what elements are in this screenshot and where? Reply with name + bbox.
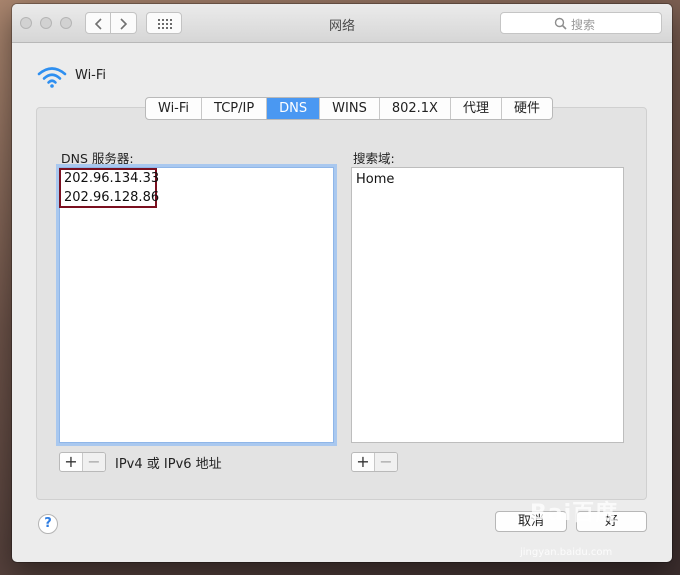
help-icon: ? [44,516,52,531]
tab-wins[interactable]: WINS [320,98,380,119]
dns-servers-list[interactable]: 202.96.134.33 202.96.128.86 [59,167,334,443]
search-domain-add-remove-control: + − [351,452,398,472]
remove-dns-server-button[interactable]: − [82,453,105,471]
tab-bar: Wi-Fi TCP/IP DNS WINS 802.1X 代理 硬件 [145,97,553,120]
settings-panel: DNS 服务器: 202.96.134.33 202.96.128.86 搜索域… [36,107,647,500]
search-domain-row[interactable]: Home [356,172,394,187]
tab-dns[interactable]: DNS [267,98,321,119]
dns-server-row[interactable]: 202.96.128.86 [64,190,159,205]
watermark-logo: Bai百度 [530,501,619,526]
tab-wifi[interactable]: Wi-Fi [146,98,203,119]
search-placeholder: 搜索 [571,18,596,32]
help-button[interactable]: ? [38,514,58,534]
remove-search-domain-button[interactable]: − [374,453,397,471]
tab-hardware[interactable]: 硬件 [502,98,552,119]
search-field[interactable]: 搜索 [500,12,662,34]
search-domains-label: 搜索域: [353,151,395,166]
add-dns-server-button[interactable]: + [60,453,82,471]
dns-add-remove-control: + − [59,452,106,472]
network-preferences-window: 网络 搜索 Wi-Fi DNS 服务器: 202.96.134.33 202.9… [12,4,672,562]
tab-8021x[interactable]: 802.1X [380,98,451,119]
connection-name: Wi-Fi [75,68,107,83]
tab-proxies[interactable]: 代理 [451,98,502,119]
titlebar: 网络 搜索 [12,4,672,43]
dns-servers-label: DNS 服务器: [61,151,134,166]
watermark-url: jingyan.baidu.com [520,547,613,558]
search-domains-list[interactable]: Home [351,167,624,443]
wifi-icon [37,67,67,88]
add-search-domain-button[interactable]: + [352,453,374,471]
search-icon [554,17,567,30]
tab-tcpip[interactable]: TCP/IP [202,98,268,119]
dns-address-hint: IPv4 或 IPv6 地址 [115,457,222,472]
dns-server-row[interactable]: 202.96.134.33 [64,171,159,186]
